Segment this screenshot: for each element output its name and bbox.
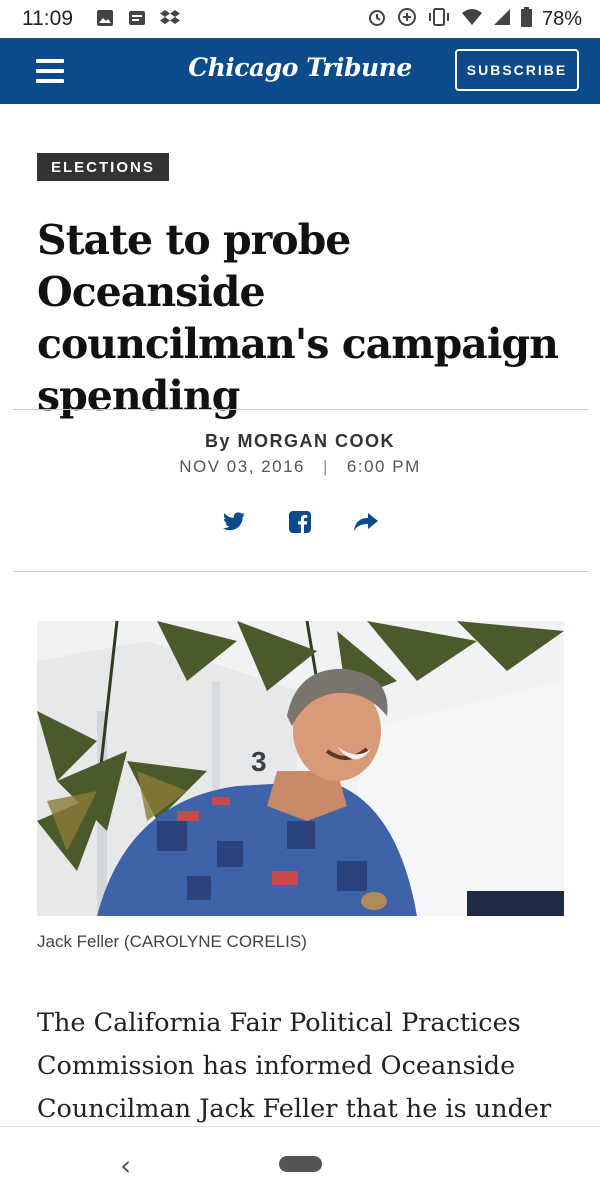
home-pill-icon[interactable] xyxy=(279,1156,322,1172)
vibrate-icon xyxy=(427,7,451,32)
article-body: The California Fair Political Practices … xyxy=(37,1008,552,1124)
status-time: 11:09 xyxy=(22,7,73,30)
data-saver-icon xyxy=(397,7,417,32)
date-separator: | xyxy=(323,457,329,476)
signal-icon xyxy=(493,8,511,31)
system-nav-bar: ‹ xyxy=(0,1126,600,1199)
back-chevron-icon[interactable]: ‹ xyxy=(120,1149,131,1182)
byline[interactable]: By MORGAN COOK xyxy=(0,431,600,452)
publish-time: 6:00 PM xyxy=(346,457,421,476)
dateline: NOV 03, 2016 | 6:00 PM xyxy=(0,457,600,477)
article-photo[interactable]: 3 xyxy=(37,621,564,916)
dropbox-icon xyxy=(160,9,180,32)
svg-text:3: 3 xyxy=(251,746,267,777)
hamburger-menu-icon[interactable] xyxy=(36,59,64,85)
twitter-icon[interactable] xyxy=(220,508,248,536)
battery-percent: 78% xyxy=(541,8,582,30)
image-icon xyxy=(96,9,114,32)
status-bar: 11:09 78% xyxy=(0,0,600,38)
alarm-icon xyxy=(367,7,387,32)
facebook-icon[interactable] xyxy=(286,508,314,536)
divider-bottom xyxy=(13,571,588,572)
publish-date: NOV 03, 2016 xyxy=(179,457,305,476)
subscribe-button[interactable]: SUBSCRIBE xyxy=(455,49,579,91)
message-icon xyxy=(128,9,146,32)
section-tag[interactable]: ELECTIONS xyxy=(37,153,169,181)
share-arrow-icon[interactable] xyxy=(352,508,380,536)
battery-icon xyxy=(520,7,532,32)
photo-caption: Jack Feller (CAROLYNE CORELIS) xyxy=(37,932,307,951)
share-bar xyxy=(0,508,600,536)
article-headline: State to probe Oceanside councilman's ca… xyxy=(37,216,559,420)
divider-top xyxy=(13,409,588,410)
site-header: Chicago Tribune SUBSCRIBE xyxy=(0,38,600,104)
wifi-icon xyxy=(461,8,483,31)
